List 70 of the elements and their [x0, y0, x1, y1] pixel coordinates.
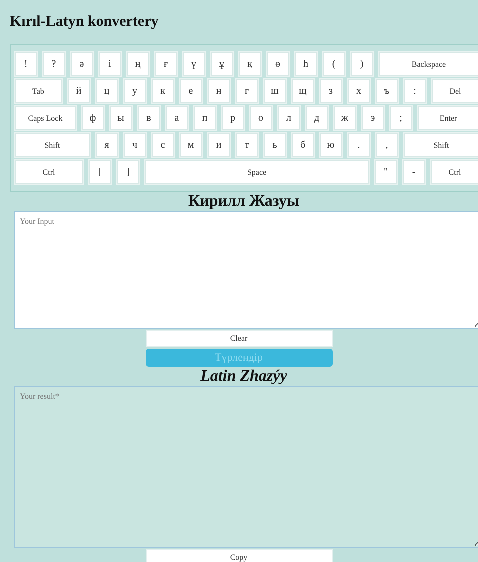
keyboard-key[interactable]: ж: [334, 106, 356, 130]
keyboard-key[interactable]: ц: [96, 79, 118, 103]
keyboard-key[interactable]: ?: [43, 52, 65, 76]
keyboard-key[interactable]: .: [348, 133, 370, 157]
keyboard-key[interactable]: е: [180, 79, 202, 103]
keyboard-key[interactable]: !: [15, 52, 37, 76]
keyboard-key[interactable]: к: [152, 79, 174, 103]
keyboard-key[interactable]: з: [320, 79, 342, 103]
keyboard-key[interactable]: ә: [71, 52, 93, 76]
keyboard-key[interactable]: и: [208, 133, 230, 157]
keyboard-key[interactable]: й: [68, 79, 90, 103]
action-button[interactable]: Clear: [146, 330, 332, 347]
keyboard-key[interactable]: ": [375, 160, 397, 184]
section-heading: Кирилл Жазуы: [188, 192, 300, 211]
keyboard-key[interactable]: Shift: [404, 133, 478, 157]
keyboard-key[interactable]: Ctrl: [15, 160, 83, 184]
keyboard-key[interactable]: қ: [239, 52, 261, 76]
section-heading: Latin Zhazýy: [200, 367, 288, 386]
keyboard-key[interactable]: ш: [264, 79, 286, 103]
keyboard-key[interactable]: Shift: [15, 133, 90, 157]
keyboard-key[interactable]: ө: [267, 52, 289, 76]
keyboard-key[interactable]: щ: [292, 79, 314, 103]
keyboard-key[interactable]: ғ: [155, 52, 177, 76]
keyboard-key[interactable]: г: [236, 79, 258, 103]
input-field[interactable]: Your Input: [14, 211, 478, 329]
keyboard-key[interactable]: Enter: [418, 106, 478, 130]
keyboard-key[interactable]: і: [99, 52, 121, 76]
keyboard-key[interactable]: (: [323, 52, 345, 76]
keyboard-key[interactable]: о: [250, 106, 272, 130]
keyboard-key[interactable]: ,: [376, 133, 398, 157]
keyboard-key[interactable]: Backspace: [379, 52, 478, 76]
keyboard-key[interactable]: т: [236, 133, 258, 157]
keyboard-key[interactable]: ): [351, 52, 373, 76]
keyboard-key[interactable]: ъ: [376, 79, 398, 103]
keyboard-key[interactable]: б: [292, 133, 314, 157]
keyboard-key[interactable]: х: [348, 79, 370, 103]
keyboard-key[interactable]: л: [278, 106, 300, 130]
keyboard-key[interactable]: в: [138, 106, 160, 130]
keyboard-key[interactable]: Ctrl: [431, 160, 478, 184]
space-key[interactable]: Space: [145, 160, 369, 184]
keyboard-key[interactable]: [: [89, 160, 111, 184]
keyboard-key[interactable]: ]: [117, 160, 139, 184]
keyboard-key[interactable]: ұ: [211, 52, 233, 76]
keyboard-key[interactable]: р: [222, 106, 244, 130]
keyboard-key[interactable]: Del: [432, 79, 478, 103]
keyboard-key[interactable]: ;: [390, 106, 412, 130]
keyboard-key[interactable]: я: [96, 133, 118, 157]
page-title: Kırıl-Latyn konvertery: [10, 13, 160, 32]
keyboard-key[interactable]: Tab: [15, 79, 62, 103]
result-field[interactable]: Your result*: [14, 386, 478, 548]
keyboard-key[interactable]: н: [208, 79, 230, 103]
action-button[interactable]: Copy: [146, 549, 332, 562]
keyboard-key[interactable]: п: [194, 106, 216, 130]
keyboard-key[interactable]: м: [180, 133, 202, 157]
keyboard-key[interactable]: Caps Lock: [15, 106, 76, 130]
keyboard-key[interactable]: э: [362, 106, 384, 130]
keyboard-key[interactable]: ү: [183, 52, 205, 76]
keyboard-key[interactable]: а: [166, 106, 188, 130]
keyboard-key[interactable]: ф: [82, 106, 104, 130]
keyboard-key[interactable]: ь: [264, 133, 286, 157]
keyboard-key[interactable]: с: [152, 133, 174, 157]
keyboard-key[interactable]: д: [306, 106, 328, 130]
keyboard-key[interactable]: ю: [320, 133, 342, 157]
keyboard-key[interactable]: -: [403, 160, 425, 184]
keyboard-key[interactable]: ч: [124, 133, 146, 157]
keyboard-key[interactable]: һ: [295, 52, 317, 76]
keyboard-key[interactable]: :: [404, 79, 426, 103]
keyboard-key[interactable]: у: [124, 79, 146, 103]
keyboard-key[interactable]: ң: [127, 52, 149, 76]
keyboard-key[interactable]: ы: [110, 106, 132, 130]
